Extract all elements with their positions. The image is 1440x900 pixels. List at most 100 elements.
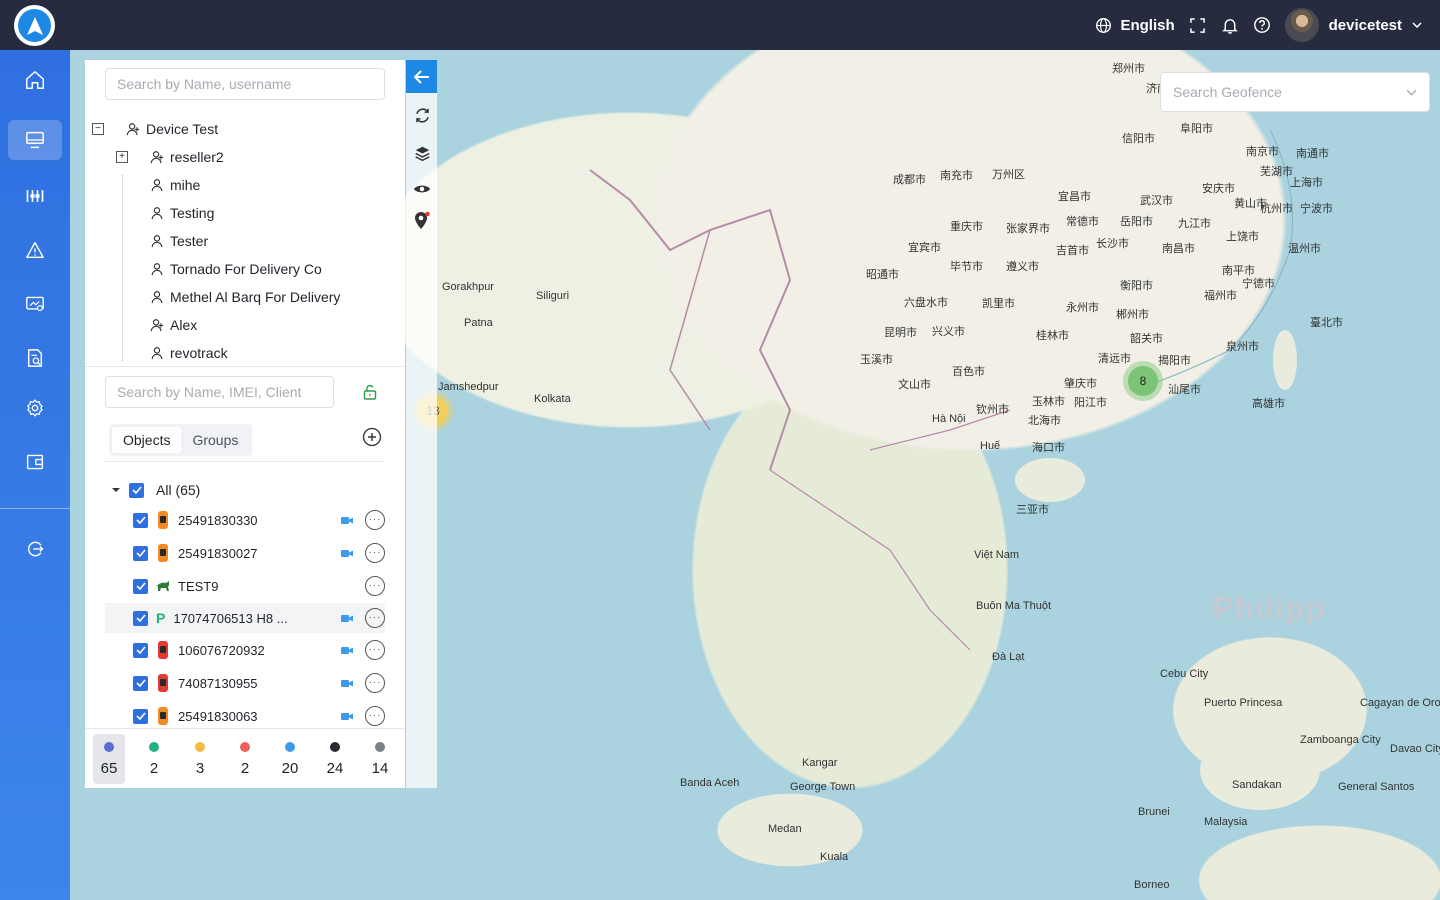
object-checkbox[interactable] — [133, 642, 148, 658]
tree-root-row[interactable]: − Device Test — [92, 115, 218, 143]
map-tool-strip — [406, 60, 437, 788]
nav-monitor[interactable] — [8, 120, 62, 160]
caret-down-icon[interactable] — [111, 485, 121, 495]
map-label: 宜昌市 — [1058, 191, 1091, 203]
map-label: 泉州市 — [1226, 341, 1259, 353]
object-checkbox[interactable] — [133, 708, 148, 724]
object-checkbox[interactable] — [133, 512, 148, 528]
help-icon[interactable] — [1253, 16, 1271, 34]
tab-groups[interactable]: Groups — [181, 427, 249, 453]
nav-logout[interactable] — [8, 529, 62, 569]
object-row[interactable]: 106076720932 ··· — [105, 635, 385, 665]
tree-user-row[interactable]: mihe — [150, 171, 200, 199]
nav-settings[interactable] — [8, 388, 62, 428]
nav-reports[interactable] — [8, 284, 62, 324]
logout-icon — [27, 541, 44, 557]
user-icon — [151, 207, 163, 220]
add-circle-icon[interactable] — [362, 427, 382, 447]
map-label: 郴州市 — [1116, 309, 1149, 321]
unlock-icon[interactable] — [362, 384, 378, 400]
map-label: Banda Aceh — [680, 777, 740, 789]
nav-home[interactable] — [8, 60, 62, 100]
more-options-icon[interactable]: ··· — [365, 543, 385, 563]
all-checkbox[interactable] — [129, 482, 144, 498]
expand-icon[interactable]: + — [116, 151, 128, 163]
video-camera-icon[interactable] — [341, 646, 353, 655]
more-options-icon[interactable]: ··· — [365, 608, 385, 628]
more-options-icon[interactable]: ··· — [365, 673, 385, 693]
refresh-button[interactable] — [412, 105, 432, 125]
video-camera-icon[interactable] — [341, 712, 353, 721]
map-label: 衡阳市 — [1120, 280, 1153, 292]
video-camera-icon[interactable] — [341, 614, 353, 623]
geofence-select[interactable] — [1160, 72, 1430, 112]
visibility-button[interactable] — [412, 179, 432, 199]
more-options-icon[interactable]: ··· — [365, 510, 385, 530]
object-row[interactable]: 25491830063 ··· — [105, 701, 385, 731]
user-menu[interactable]: devicetest — [1284, 8, 1422, 42]
map-label: 南昌市 — [1162, 243, 1195, 255]
status-filter-idle[interactable]: 3 — [184, 734, 216, 784]
object-row[interactable]: TEST9 ··· — [105, 571, 385, 601]
layers-button[interactable] — [412, 143, 432, 163]
user-search-input[interactable] — [117, 76, 373, 92]
status-filter-inactive[interactable]: 14 — [364, 734, 396, 784]
video-camera-icon[interactable] — [341, 679, 353, 688]
more-options-icon[interactable]: ··· — [365, 576, 385, 596]
collapse-panel-button[interactable] — [406, 60, 437, 93]
tree-user-row[interactable]: Alex — [150, 311, 197, 339]
object-search-input[interactable] — [117, 384, 322, 400]
object-checkbox[interactable] — [133, 675, 148, 691]
tree-user-row[interactable]: Tornado For Delivery Co — [150, 255, 322, 283]
map-label: Davao City — [1390, 743, 1440, 755]
tree-user-row[interactable]: Testing — [150, 199, 214, 227]
status-count: 14 — [371, 759, 389, 777]
tree-reseller-row[interactable]: + reseller2 — [116, 143, 224, 171]
nav-documents[interactable] — [8, 338, 62, 378]
object-name: 25491830330 — [178, 512, 258, 528]
map-label: Medan — [768, 823, 802, 835]
video-camera-icon[interactable] — [341, 549, 353, 558]
status-filter-offline[interactable]: 24 — [319, 734, 351, 784]
logo-arrow-icon — [26, 16, 43, 35]
tree-user-row[interactable]: Tester — [150, 227, 208, 255]
device-cluster[interactable]: 8 — [1128, 366, 1158, 396]
object-row[interactable]: 25491830027 ··· — [105, 538, 385, 568]
map-label: 温州市 — [1288, 243, 1321, 255]
map-label: 凯里市 — [982, 298, 1015, 310]
fullscreen-icon[interactable] — [1189, 16, 1207, 34]
status-count: 2 — [240, 759, 250, 777]
bell-icon[interactable] — [1221, 16, 1239, 34]
map-region-label: Philipp — [1212, 590, 1326, 626]
nav-analytics[interactable] — [8, 176, 62, 216]
object-row[interactable]: P 17074706513 H8 ... ··· — [105, 603, 385, 633]
all-objects-row[interactable]: All (65) — [105, 475, 385, 505]
object-row[interactable]: 74087130955 ··· — [105, 668, 385, 698]
nav-alerts[interactable] — [8, 230, 62, 270]
status-filter-all[interactable]: 65 — [93, 734, 125, 784]
object-row[interactable]: 25491830330 ··· — [105, 505, 385, 535]
tree-user-row[interactable]: Methel Al Barq For Delivery — [150, 283, 340, 311]
more-options-icon[interactable]: ··· — [365, 706, 385, 726]
object-checkbox[interactable] — [133, 545, 148, 561]
map-label: 桂林市 — [1036, 330, 1069, 342]
object-checkbox[interactable] — [133, 578, 148, 594]
status-filter-stopped[interactable]: 2 — [229, 734, 261, 784]
language-selector[interactable]: English — [1095, 17, 1175, 34]
top-bar: English devicetest — [0, 0, 1440, 50]
video-camera-icon[interactable] — [341, 516, 353, 525]
geofence-search-input[interactable] — [1173, 84, 1406, 100]
nav-wallet[interactable] — [8, 442, 62, 482]
collapse-icon[interactable]: − — [92, 123, 104, 135]
app-logo[interactable] — [14, 5, 55, 46]
object-checkbox[interactable] — [133, 610, 148, 626]
poi-button[interactable] — [412, 211, 432, 231]
more-options-icon[interactable]: ··· — [365, 640, 385, 660]
tree-user-row[interactable]: revotrack — [150, 339, 228, 367]
status-filter-moving[interactable]: 2 — [138, 734, 170, 784]
user-group-icon — [126, 123, 140, 136]
map-label: 九江市 — [1178, 218, 1211, 230]
tab-objects[interactable]: Objects — [112, 427, 182, 453]
status-filter-online[interactable]: 20 — [274, 734, 306, 784]
gear-icon — [27, 399, 43, 417]
